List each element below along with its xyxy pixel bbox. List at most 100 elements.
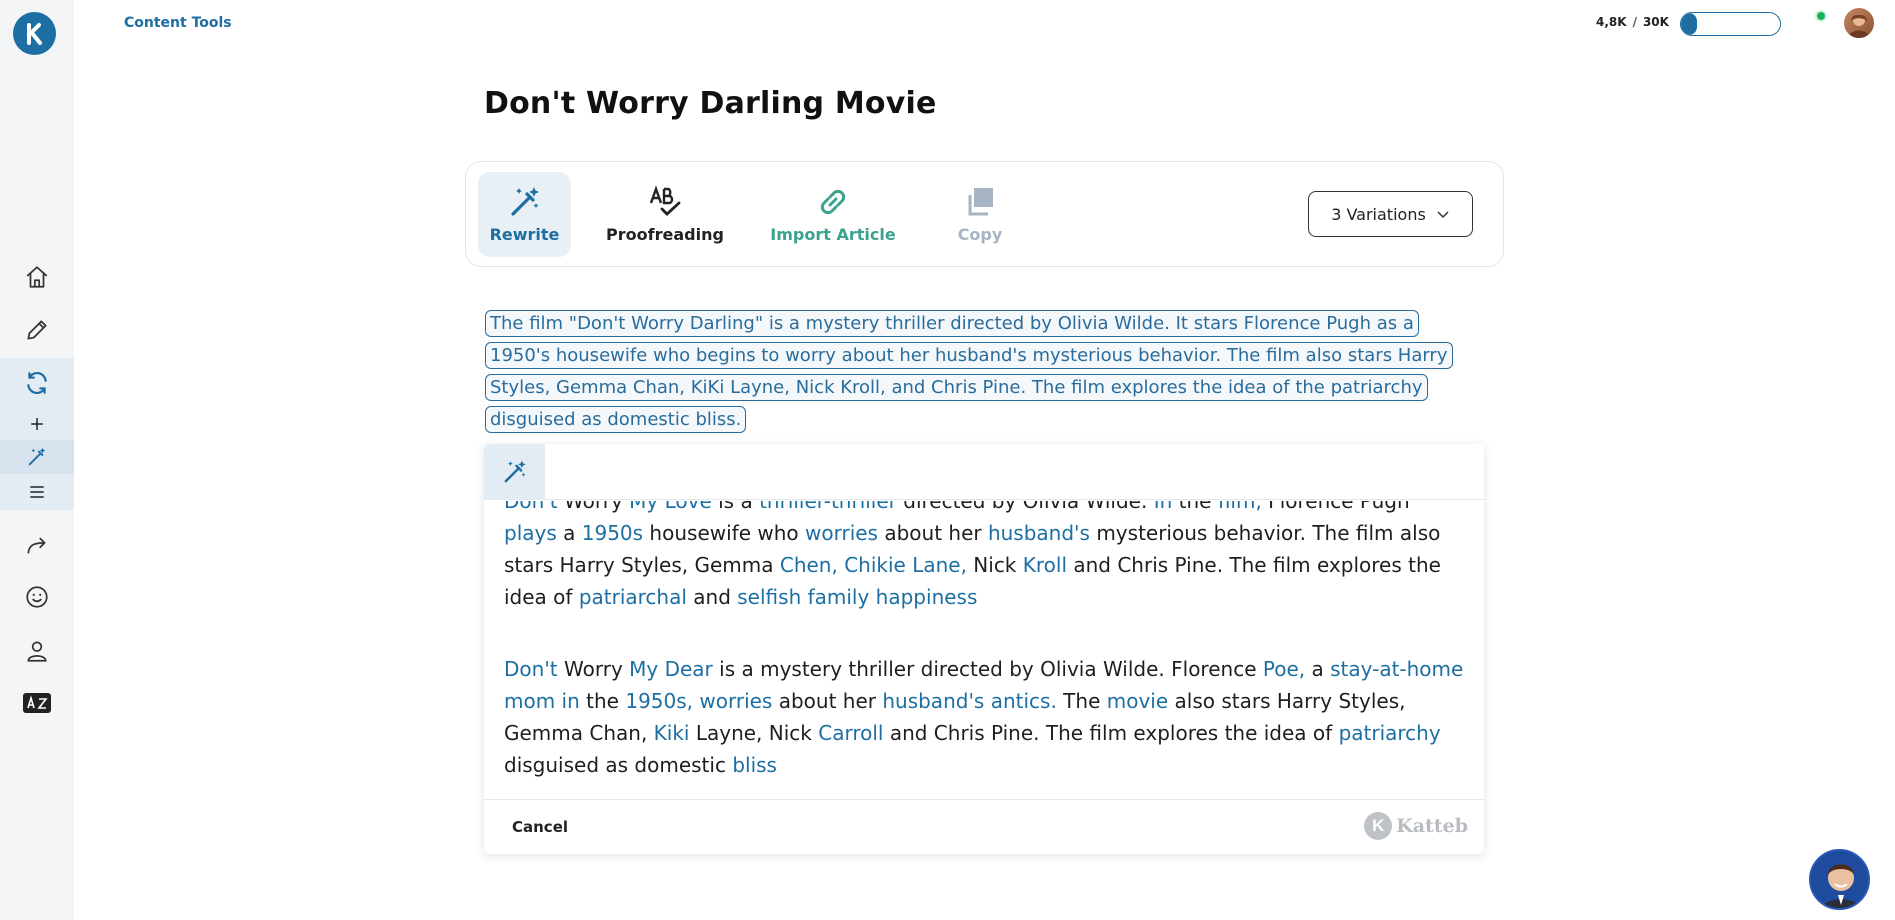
copy-label: Copy — [957, 225, 1003, 244]
rewrite-tab[interactable] — [484, 444, 545, 500]
user-avatar[interactable] — [1844, 8, 1874, 38]
changed-word: bliss — [732, 753, 777, 777]
panel-footer: Cancel K Katteb — [484, 799, 1484, 854]
copy-icon — [968, 188, 993, 216]
unchanged-text: housewife who — [643, 521, 805, 545]
changed-word: husband's antics. — [882, 689, 1057, 713]
rewrite-button[interactable]: Rewrite — [478, 172, 571, 257]
sidebar — [0, 0, 74, 920]
changed-word: 1950s, worries — [625, 689, 773, 713]
unchanged-text: is a — [711, 501, 760, 513]
magic-wand-icon — [504, 460, 526, 483]
changed-word: selfish family happiness — [737, 585, 978, 609]
page-title: Don't Worry Darling Movie — [484, 86, 937, 121]
variants-scroll-area[interactable]: Don't Worry My Love is a thriller-thrill… — [484, 501, 1484, 796]
unchanged-text: about her — [772, 689, 883, 713]
sidebar-item-magic[interactable] — [0, 440, 74, 474]
changed-word: In — [1153, 501, 1173, 513]
rewrite-variant[interactable]: Don't Worry My Love is a thriller-thrill… — [504, 501, 1464, 613]
smiley-icon — [26, 586, 48, 608]
unchanged-text: a — [556, 521, 582, 545]
usage-counter: 4,8K / 30K — [1596, 15, 1669, 29]
changed-word: Kroll — [1022, 553, 1067, 577]
changed-word: Carroll — [818, 721, 884, 745]
avatar-image — [1848, 14, 1870, 38]
proofreading-button[interactable]: Proofreading — [592, 172, 738, 257]
chevron-down-icon — [1437, 211, 1449, 219]
translate-icon — [23, 693, 51, 713]
variants-list: Don't Worry My Love is a thriller-thrill… — [504, 501, 1464, 796]
sidebar-item-write[interactable] — [0, 313, 74, 347]
rewrite-label: Rewrite — [489, 225, 560, 244]
unchanged-text: and Chris Pine. The film explores the id… — [883, 721, 1339, 745]
variations-panel: Don't Worry My Love is a thriller-thrill… — [484, 444, 1484, 854]
changed-word: 1950s — [581, 521, 644, 545]
katteb-brand-logo: K Katteb — [1364, 812, 1468, 840]
proofreading-label: Proofreading — [606, 225, 724, 244]
unchanged-text: is a mystery thriller directed by Olivia… — [712, 657, 1263, 681]
plus-icon — [31, 418, 43, 430]
unchanged-text: Worry — [557, 501, 630, 513]
changed-word: film, — [1217, 501, 1262, 513]
support-chat-avatar[interactable] — [1809, 849, 1870, 910]
katteb-wordmark: Katteb — [1396, 815, 1468, 837]
menu-lines-icon — [30, 486, 44, 498]
usage-separator: / — [1632, 15, 1637, 29]
sidebar-item-language[interactable] — [0, 686, 74, 720]
sidebar-item-rewrite[interactable] — [0, 358, 74, 408]
home-icon — [26, 266, 48, 288]
katteb-k-icon — [26, 22, 42, 45]
variations-dropdown[interactable]: 3 Variations — [1308, 191, 1473, 237]
unchanged-text: Florence Pugh — [1261, 501, 1410, 513]
changed-word: husband's — [987, 521, 1090, 545]
cancel-button[interactable]: Cancel — [512, 818, 568, 836]
sidebar-item-profile[interactable] — [0, 634, 74, 668]
usage-total: 30K — [1642, 15, 1669, 29]
sidebar-item-home[interactable] — [0, 260, 74, 294]
online-status-dot — [1815, 10, 1827, 22]
refresh-icon — [27, 371, 47, 395]
unchanged-text: a — [1305, 657, 1331, 681]
usage-used: 4,8K — [1596, 15, 1627, 29]
changed-word: thriller-thriller — [759, 501, 897, 513]
katteb-k-icon: K — [1364, 812, 1393, 840]
changed-word: My Love — [629, 501, 712, 513]
changed-word: patriarchal — [578, 585, 687, 609]
unchanged-text: directed by Olivia Wilde. — [896, 501, 1154, 513]
magic-wand-icon — [510, 187, 539, 216]
tool-toolbar: Rewrite Proofreading Import Article Copy… — [465, 161, 1504, 267]
unchanged-text: the — [1172, 501, 1218, 513]
changed-word: movie — [1106, 689, 1169, 713]
rewrite-variant[interactable]: Don't Worry My Dear is a mystery thrille… — [504, 653, 1464, 781]
spellcheck-icon — [649, 185, 681, 216]
changed-word: plays — [504, 521, 557, 545]
magic-wand-icon — [28, 447, 46, 466]
sidebar-item-list[interactable] — [0, 474, 74, 510]
selected-source-text[interactable]: The film "Don't Worry Darling" is a myst… — [485, 310, 1453, 433]
changed-word: worries — [805, 521, 878, 545]
app-logo[interactable] — [13, 12, 56, 55]
changed-word: My Dear — [629, 657, 713, 681]
pencil-icon — [27, 320, 47, 340]
changed-word: Poe, — [1262, 657, 1306, 681]
support-agent-image — [1811, 851, 1868, 908]
unchanged-text: about her — [877, 521, 988, 545]
usage-progress-fill — [1681, 13, 1697, 35]
copy-button[interactable]: Copy — [878, 172, 1082, 257]
changed-word: Chen, Chikie Lane, — [779, 553, 967, 577]
changed-word: patriarchy — [1338, 721, 1441, 745]
user-icon — [27, 641, 47, 662]
sidebar-item-feedback[interactable] — [0, 580, 74, 614]
usage-progress-bar — [1680, 12, 1781, 36]
source-text[interactable]: The film "Don't Worry Darling" is a myst… — [485, 308, 1465, 436]
changed-word: Don't — [504, 501, 558, 513]
share-arrow-icon — [27, 537, 46, 554]
import-article-label: Import Article — [770, 225, 896, 244]
sidebar-item-share[interactable] — [0, 528, 74, 562]
unchanged-text: The — [1056, 689, 1107, 713]
unchanged-text: Layne, Nick — [689, 721, 819, 745]
content-tools-link[interactable]: Content Tools — [124, 15, 232, 31]
sidebar-item-new[interactable] — [0, 408, 74, 440]
link-icon — [820, 189, 846, 215]
unchanged-text: Worry — [557, 657, 630, 681]
